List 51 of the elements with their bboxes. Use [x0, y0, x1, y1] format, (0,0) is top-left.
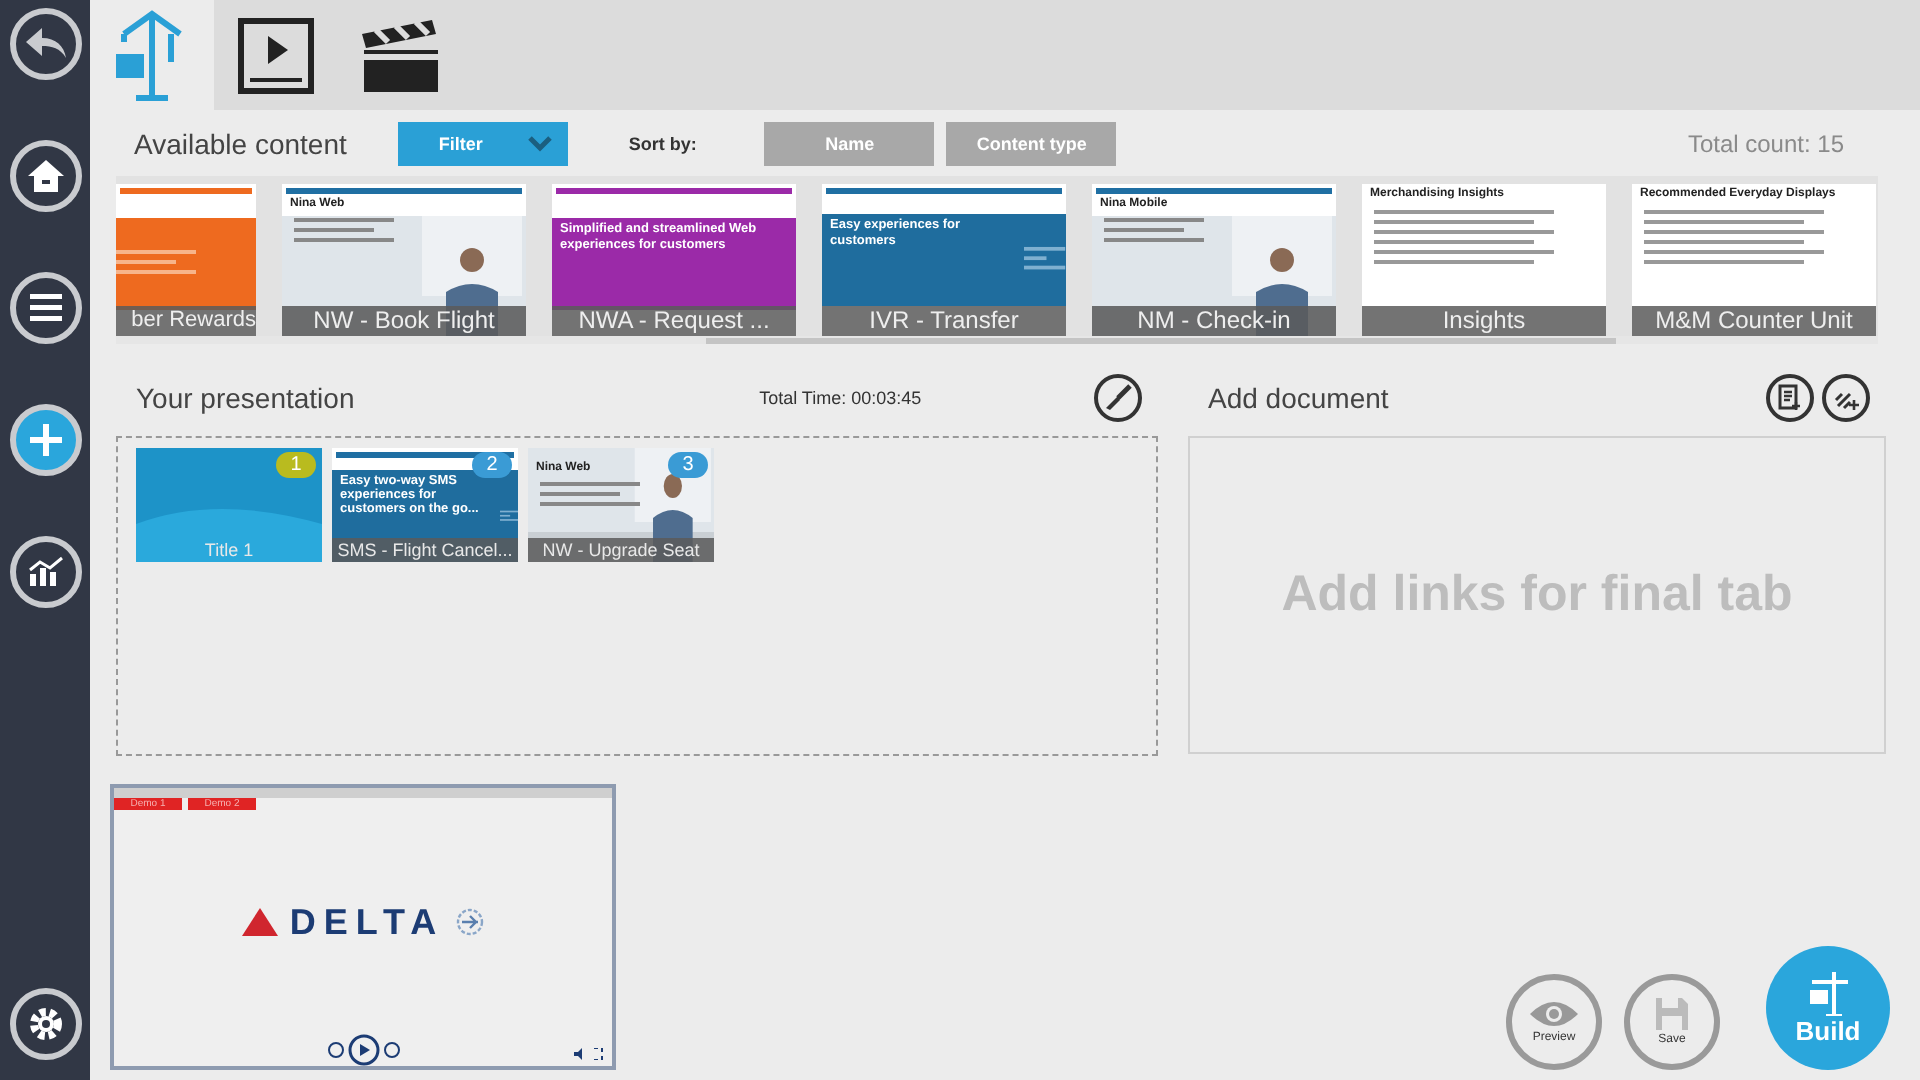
slide-number: 1: [276, 452, 316, 478]
section-title: Available content: [134, 127, 347, 160]
thumbnail-label: M&M Counter Unit: [1632, 306, 1876, 337]
eye-icon: [1530, 1000, 1578, 1028]
sidebar-button[interactable]: [9, 272, 81, 344]
thumbnail-label: NW - Book Flight: [282, 306, 526, 337]
video-icon: [238, 17, 314, 93]
thumbnail-label: NWA - Request ...: [552, 306, 796, 337]
section-title: Add document: [1208, 382, 1389, 414]
settings-button[interactable]: [9, 988, 81, 1060]
back-icon: [25, 28, 65, 60]
brush-button[interactable]: [1093, 374, 1142, 422]
chart-icon: [27, 556, 63, 588]
clapperboard-icon: [360, 17, 440, 93]
playback-controls-icon[interactable]: [327, 1034, 399, 1066]
text-lines-drawing: [116, 249, 196, 280]
slide-label: SMS - Flight Cancel...: [332, 538, 518, 562]
scrollbar[interactable]: [116, 336, 1878, 344]
slide-label: NW - Upgrade Seat: [528, 538, 714, 562]
content-thumbnail[interactable]: ber Rewards: [116, 184, 256, 337]
total-time: Total Time: 00:03:45: [759, 388, 922, 408]
sidebar-button[interactable]: [9, 404, 81, 476]
filter-dropdown[interactable]: Filter: [398, 121, 569, 166]
crane-icon: [116, 9, 188, 101]
document-plus-icon: [1778, 384, 1802, 412]
sidebar-button[interactable]: [9, 140, 81, 212]
thumbnail-label: NM - Check-in: [1092, 306, 1336, 337]
home-icon: [27, 160, 63, 192]
thumbnail-label: IVR - Transfer: [822, 306, 1066, 337]
thumbnail-label: ber Rewards: [116, 306, 256, 337]
plus-icon: [29, 424, 61, 456]
logo-text: DELTA: [289, 901, 445, 943]
add-document-button[interactable]: [1766, 374, 1814, 422]
add-link-button[interactable]: [1822, 374, 1870, 422]
settings-icon: [27, 1006, 63, 1042]
thumbnail-label: Insights: [1362, 306, 1606, 337]
slide-number: 3: [668, 452, 708, 478]
sidebar-button[interactable]: [9, 8, 81, 80]
slide-label: Title 1: [202, 538, 256, 562]
sort-label: Sort by:: [628, 133, 697, 154]
crane-icon: [1806, 971, 1850, 1015]
chevron-icon: [528, 135, 553, 152]
volume-fullscreen-icon[interactable]: [574, 1048, 606, 1060]
slide-number: 2: [472, 452, 512, 478]
section-title: Your presentation: [136, 382, 355, 414]
emblem-icon: [456, 908, 485, 936]
text-lines-drawing: [540, 481, 640, 512]
total-count: Total count: 15: [1687, 129, 1844, 158]
triangle-logo-icon: [241, 908, 278, 936]
sidebar-button[interactable]: [9, 536, 81, 608]
menu-icon: [29, 294, 61, 322]
